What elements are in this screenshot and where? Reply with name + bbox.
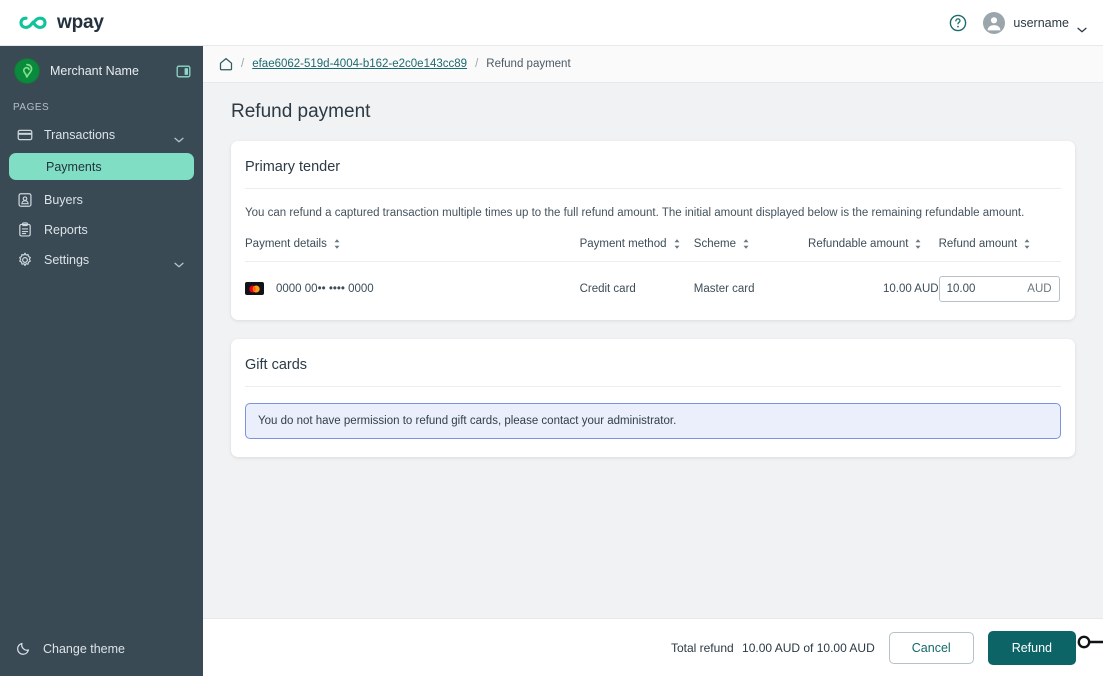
column-refund-amount[interactable]: Refund amount bbox=[938, 237, 1061, 262]
refund-amount-field[interactable]: AUD bbox=[938, 275, 1060, 302]
refund-amount-input[interactable] bbox=[946, 282, 1023, 295]
breadcrumb-link[interactable]: efae6062-519d-4004-b162-e2c0e143cc89 bbox=[252, 58, 467, 70]
chevron-down-icon bbox=[1077, 20, 1087, 32]
primary-tender-table: Payment details Payment method Scheme Re… bbox=[245, 237, 1061, 316]
cell-scheme: Master card bbox=[693, 282, 755, 295]
cell-refundable-amount: 10.00 AUD bbox=[882, 282, 939, 295]
content-scroll: Refund payment Primary tender You can re… bbox=[203, 83, 1103, 618]
brand-logo[interactable]: wpay bbox=[18, 12, 104, 34]
sidebar-item-payments[interactable]: Payments bbox=[9, 153, 194, 180]
chevron-down-icon bbox=[174, 257, 184, 267]
total-refund-label: Total refund bbox=[670, 640, 734, 655]
brand-name: wpay bbox=[57, 11, 104, 33]
breadcrumb-current: Refund payment bbox=[486, 58, 571, 70]
column-label: Payment method bbox=[579, 237, 667, 250]
sidebar-section-label: PAGES bbox=[13, 102, 50, 113]
sort-updown-icon bbox=[914, 238, 922, 250]
table-row: 0000 00•• •••• 0000 Credit card Master c… bbox=[245, 261, 1061, 316]
sidebar-item-label: Transactions bbox=[44, 127, 116, 142]
merchant-logo-icon bbox=[14, 58, 40, 84]
home-icon[interactable] bbox=[219, 57, 233, 71]
mastercard-icon bbox=[245, 282, 264, 296]
column-label: Refundable amount bbox=[808, 237, 909, 250]
column-label: Payment details bbox=[245, 237, 327, 250]
sidebar-footer: Change theme bbox=[0, 634, 203, 676]
refund-button[interactable]: Refund bbox=[987, 630, 1076, 665]
merchant-name-label: Merchant Name bbox=[50, 64, 139, 78]
gift-cards-title: Gift cards bbox=[245, 356, 308, 373]
cell-payment-method: Credit card bbox=[579, 282, 636, 295]
column-label: Refund amount bbox=[938, 237, 1018, 250]
primary-tender-description: You can refund a captured transaction mu… bbox=[245, 207, 1025, 219]
gift-cards-permission-alert: You do not have permission to refund gif… bbox=[245, 402, 1061, 439]
column-payment-method[interactable]: Payment method bbox=[579, 237, 694, 262]
top-bar-right: username bbox=[949, 11, 1087, 34]
total-refund-value: 10.00 AUD of 10.00 AUD bbox=[742, 640, 875, 655]
change-theme-button[interactable]: Change theme bbox=[9, 634, 194, 664]
user-avatar-icon bbox=[983, 11, 1006, 34]
action-footer: Total refund 10.00 AUD of 10.00 AUD Canc… bbox=[203, 618, 1103, 676]
refund-amount-currency: AUD bbox=[1027, 282, 1052, 295]
sidebar-nav: Transactions Payments Buyers Reports Set… bbox=[0, 120, 203, 274]
chevron-down-icon bbox=[174, 132, 184, 142]
cell-payment-details: 0000 00•• •••• 0000 bbox=[245, 261, 580, 316]
sort-updown-icon bbox=[1023, 238, 1031, 250]
sidebar-item-transactions[interactable]: Transactions bbox=[9, 120, 194, 149]
app-body: Merchant Name PAGES Transactions Payment… bbox=[0, 46, 1103, 676]
total-refund: Total refund 10.00 AUD of 10.00 AUD bbox=[671, 641, 875, 655]
user-menu[interactable]: username bbox=[983, 11, 1087, 34]
sidebar-item-label: Buyers bbox=[44, 192, 83, 207]
primary-tender-title: Primary tender bbox=[245, 159, 341, 175]
sidebar: Merchant Name PAGES Transactions Payment… bbox=[0, 46, 203, 676]
primary-tender-card: Primary tender You can refund a captured… bbox=[231, 141, 1075, 320]
column-payment-details[interactable]: Payment details bbox=[245, 237, 580, 262]
help-circle-icon[interactable] bbox=[949, 14, 967, 32]
infinity-logo-icon bbox=[18, 14, 48, 32]
gift-cards-card: Gift cards You do not have permission to… bbox=[231, 338, 1075, 457]
sort-updown-icon bbox=[742, 238, 750, 250]
collapse-panel-icon[interactable] bbox=[176, 64, 191, 79]
sidebar-item-label: Payments bbox=[46, 159, 102, 174]
reports-clipboard-icon bbox=[16, 221, 33, 238]
main-area: / efae6062-519d-4004-b162-e2c0e143cc89 /… bbox=[203, 46, 1103, 676]
sidebar-item-reports[interactable]: Reports bbox=[9, 215, 194, 244]
moon-icon bbox=[16, 640, 32, 659]
cell-refund-amount: AUD bbox=[938, 261, 1061, 316]
buyers-icon bbox=[16, 191, 33, 208]
credit-card-icon bbox=[16, 126, 33, 143]
column-label: Scheme bbox=[693, 237, 736, 250]
sidebar-item-label: Settings bbox=[44, 252, 90, 267]
sort-updown-icon bbox=[673, 238, 681, 250]
sidebar-item-buyers[interactable]: Buyers bbox=[9, 185, 194, 214]
sort-updown-icon bbox=[333, 238, 341, 250]
gear-icon bbox=[16, 251, 33, 268]
breadcrumb-separator: / bbox=[475, 58, 479, 70]
breadcrumb: / efae6062-519d-4004-b162-e2c0e143cc89 /… bbox=[203, 46, 1103, 83]
sidebar-item-label: Reports bbox=[44, 222, 88, 237]
sidebar-item-settings[interactable]: Settings bbox=[9, 245, 194, 274]
change-theme-label: Change theme bbox=[43, 642, 126, 656]
page-title: Refund payment bbox=[231, 101, 371, 122]
breadcrumb-separator: / bbox=[241, 58, 245, 70]
table-header-row: Payment details Payment method Scheme Re… bbox=[245, 237, 1061, 262]
payment-details-value: 0000 00•• •••• 0000 bbox=[276, 282, 374, 295]
column-scheme[interactable]: Scheme bbox=[693, 237, 809, 262]
top-bar: wpay username bbox=[0, 0, 1103, 46]
username-label: username bbox=[1013, 15, 1069, 30]
cancel-button[interactable]: Cancel bbox=[888, 631, 974, 664]
merchant-header: Merchant Name bbox=[0, 52, 203, 90]
column-refundable-amount[interactable]: Refundable amount bbox=[808, 237, 939, 262]
app-window: wpay username Merchant Name PAGES Transa… bbox=[0, 0, 1103, 676]
